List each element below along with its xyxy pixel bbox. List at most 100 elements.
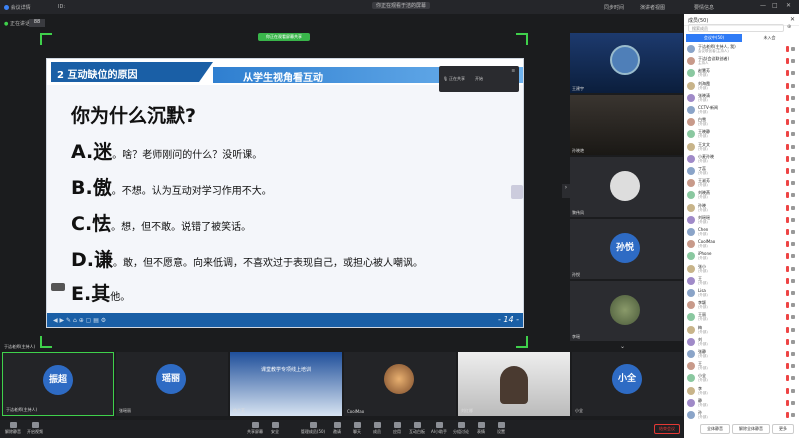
camera-icon[interactable] [791,205,795,210]
mic-off-icon[interactable] [786,302,789,309]
video-tile[interactable]: CoolMao [344,352,456,416]
tab-in-meeting[interactable]: 会议中(50) [686,34,742,42]
mic-off-icon[interactable] [786,387,789,394]
camera-icon[interactable] [791,47,795,51]
member-row[interactable]: 孙 (外部) [687,410,795,422]
mic-off-icon[interactable] [786,46,789,52]
camera-icon[interactable] [791,217,795,222]
video-tile[interactable]: 瑶丽 张瑶丽 [116,352,228,416]
mic-off-icon[interactable] [786,338,789,345]
camera-icon[interactable] [791,181,795,186]
chat-button[interactable]: 聊天 [346,422,368,435]
mic-off-icon[interactable] [786,229,789,235]
camera-icon[interactable] [791,71,795,76]
invite-button[interactable]: 邀请 [326,422,348,435]
share-screen-button[interactable]: 共享屏幕 [244,422,266,435]
video-tile[interactable]: 黎伟凤 [570,157,683,217]
camera-icon[interactable] [791,95,795,100]
member-row[interactable]: 王 (外部) [687,276,795,288]
video-tile[interactable]: 孙悦 孙悦 [570,219,683,279]
member-row[interactable]: Chen (外部) [687,227,795,239]
member-row[interactable]: 王晓静 (外部) [687,129,795,141]
camera-icon[interactable] [791,242,795,247]
camera-icon[interactable] [791,108,795,112]
settings-button[interactable]: 设置 [490,422,512,435]
member-row[interactable]: 丁蕊 (外部) [687,166,795,178]
unmute-all-button[interactable]: 解除全体静音 [732,424,770,434]
camera-icon[interactable] [791,376,795,381]
camera-icon[interactable] [791,254,795,259]
unmute-button[interactable]: 解除静音 [2,422,24,435]
mic-off-icon[interactable] [786,375,789,382]
camera-icon[interactable] [791,120,795,125]
member-row[interactable]: 孙晓 (外部) [687,203,795,215]
member-row[interactable]: 张静 (外部) [687,349,795,361]
scroll-down-icon[interactable]: ⌄ [620,343,625,350]
camera-icon[interactable] [791,327,795,332]
mic-off-icon[interactable] [786,94,789,101]
mic-off-icon[interactable] [786,412,789,418]
mic-off-icon[interactable] [786,314,789,321]
reactions-button[interactable]: 表情 [470,422,492,435]
member-row[interactable]: 梅 (外部) [687,325,795,337]
camera-icon[interactable] [791,413,795,417]
member-row[interactable]: 王淑芳 (外部) [687,178,795,190]
member-row[interactable]: 李颖 (外部) [687,300,795,312]
member-row[interactable]: 赵慧芳 (外部) [687,68,795,80]
meeting-info[interactable]: 会议详情 [4,4,31,11]
member-row[interactable]: 王丽 (外部) [687,312,795,324]
mic-off-icon[interactable] [786,155,789,162]
camera-icon[interactable] [791,83,795,88]
camera-icon[interactable] [791,400,795,405]
camera-icon[interactable] [791,364,795,369]
slide-controls[interactable]: ◀ ▶ ✎ ⌂ ⊕ ▢ ▤ ⚙ [53,317,106,324]
mute-all-button[interactable]: 全体静音 [700,424,730,434]
expand-icon[interactable]: › [562,184,570,198]
member-row[interactable]: 李 (外部) [687,386,795,398]
mic-off-icon[interactable] [786,399,789,406]
video-tile[interactable]: 孙晓艳 [570,95,683,155]
breakout-button[interactable]: 分组讨论 [450,422,472,435]
floating-share-window[interactable]: 🎙 正在共享 开始 ☰ [439,66,519,92]
camera-icon[interactable] [791,266,795,271]
member-row[interactable]: 小麦孙晓 (外部) [687,154,795,166]
apps-button[interactable]: 应用 [386,422,408,435]
side-handle-icon[interactable] [511,185,523,199]
maximize-button[interactable]: □ [772,2,778,9]
member-row[interactable]: 王文文 (外部) [687,142,795,154]
mic-off-icon[interactable] [786,143,789,150]
member-row[interactable]: 刘瑶瑶 (外部) [687,215,795,227]
ai-assistant-button[interactable]: AI小助手 [428,422,450,435]
member-row[interactable]: 张晓清 (外部) [687,93,795,105]
mic-off-icon[interactable] [786,265,789,272]
mic-off-icon[interactable] [786,204,789,211]
close-icon[interactable]: ✕ [790,16,795,23]
mic-off-icon[interactable] [786,82,789,89]
shared-screen[interactable]: 2 互动缺位的原因 从学生视角看互动 🎙 正在共享 开始 ☰ 你为什么沉默? A… [46,58,524,328]
search-input[interactable]: 搜索成员 [688,24,784,32]
members-button[interactable]: 成员 [366,422,388,435]
mic-off-icon[interactable] [786,58,789,65]
end-meeting-button[interactable]: 结束会议 [654,424,680,434]
mic-off-icon[interactable] [786,241,789,248]
mic-off-icon[interactable] [786,363,789,370]
member-row[interactable]: 张小 (外部) [687,264,795,276]
video-tile[interactable]: 王建宇 [570,33,683,93]
camera-icon[interactable] [791,315,795,320]
mic-off-icon[interactable] [786,326,789,333]
member-row[interactable]: CCTV-新闻 (外部) [687,105,795,117]
camera-icon[interactable] [791,278,795,283]
camera-icon[interactable] [791,352,795,356]
member-row[interactable]: 刘海霞 (外部) [687,81,795,93]
member-row[interactable]: 于洁(会议联创者) 主持人 [687,56,795,68]
camera-icon[interactable] [791,144,795,149]
close-button[interactable]: ✕ [786,2,791,9]
member-row[interactable]: CoolMao (外部) [687,239,795,251]
member-row[interactable]: iPhone (外部) [687,251,795,263]
member-row[interactable]: Lisa (外部) [687,288,795,300]
grid-view-button[interactable]: 88 [29,19,45,27]
camera-icon[interactable] [791,339,795,344]
user-menu[interactable]: 要情信息 [694,4,714,11]
more-button[interactable]: 更多 [772,424,794,434]
mic-off-icon[interactable] [786,351,789,357]
